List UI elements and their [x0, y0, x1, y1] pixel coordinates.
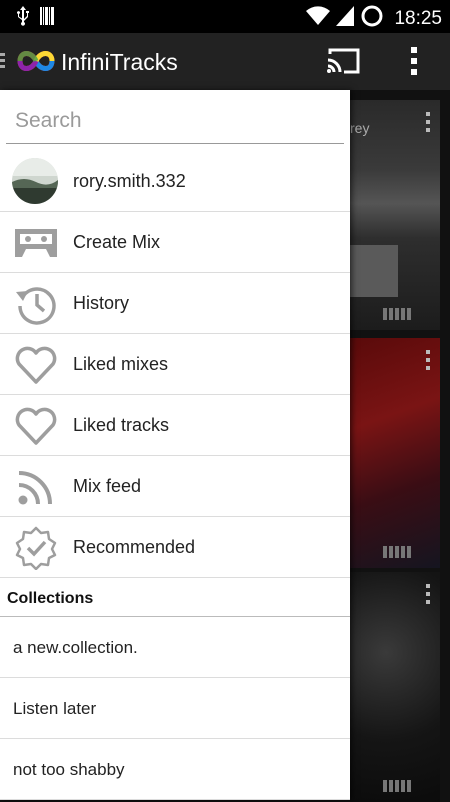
menu-item-label: History: [73, 293, 130, 313]
heart-icon: [14, 404, 58, 448]
card-more-icon[interactable]: [426, 112, 430, 132]
card-track-bars: [383, 546, 411, 558]
menu-item-liked-tracks[interactable]: Liked tracks: [0, 395, 350, 456]
menu-item-recommended[interactable]: Recommended: [0, 517, 350, 578]
history-icon: [14, 282, 58, 326]
menu-item-label: Mix feed: [73, 476, 142, 496]
collection-item[interactable]: not too shabby: [0, 739, 350, 800]
card-track-bars: [383, 780, 411, 792]
collection-item[interactable]: a new.collection.: [0, 617, 350, 678]
collection-label: a new.collection.: [13, 638, 138, 657]
verified-badge-icon: [14, 526, 58, 571]
card-more-icon[interactable]: [426, 350, 430, 370]
heart-icon: [14, 343, 58, 387]
collection-label: not too shabby: [13, 760, 125, 779]
cast-icon[interactable]: [326, 48, 360, 79]
status-time: 18:25: [394, 7, 442, 29]
more-vert-icon[interactable]: [404, 45, 424, 77]
collection-item[interactable]: Listen later: [0, 678, 350, 739]
rss-icon: [14, 465, 58, 509]
menu-item-label: Liked mixes: [73, 354, 169, 374]
card-artwork-panel: [350, 245, 398, 297]
app-bar: InfiniTracks: [0, 33, 450, 90]
status-bar: 18:25: [0, 0, 450, 33]
card-track-bars: [383, 308, 411, 320]
sync-icon: [360, 4, 384, 33]
user-profile-item[interactable]: rory.smith.332: [0, 151, 350, 212]
cassette-icon: [14, 221, 58, 265]
menu-item-history[interactable]: History: [0, 273, 350, 334]
card-more-icon[interactable]: [426, 584, 430, 604]
menu-item-label: Recommended: [73, 537, 196, 557]
mix-card[interactable]: [350, 572, 440, 802]
mix-card[interactable]: [350, 338, 440, 568]
menu-item-create-mix[interactable]: Create Mix: [0, 212, 350, 273]
collections-title: Collections: [7, 590, 94, 607]
menu-item-label: Create Mix: [73, 232, 161, 252]
collections-header: Collections: [0, 585, 350, 617]
logo-icon[interactable]: [16, 47, 56, 80]
app-title: InfiniTracks: [61, 49, 178, 75]
user-name: rory.smith.332: [73, 171, 186, 191]
drawer-indicator-icon[interactable]: [0, 53, 5, 69]
collection-label: Listen later: [13, 699, 97, 718]
search-input[interactable]: [6, 98, 344, 144]
menu-item-liked-mixes[interactable]: Liked mixes: [0, 334, 350, 395]
barcode-icon: [40, 7, 54, 30]
card-caption: rey: [350, 120, 370, 136]
signal-icon: [336, 6, 355, 31]
navigation-drawer: rory.smith.332 Create Mix History Liked …: [0, 90, 350, 800]
wifi-icon: [306, 6, 331, 31]
usb-icon: [16, 6, 30, 31]
menu-item-label: Liked tracks: [73, 415, 170, 435]
menu-item-mix-feed[interactable]: Mix feed: [0, 456, 350, 517]
mix-card[interactable]: rey: [350, 100, 440, 330]
avatar: [12, 158, 58, 204]
